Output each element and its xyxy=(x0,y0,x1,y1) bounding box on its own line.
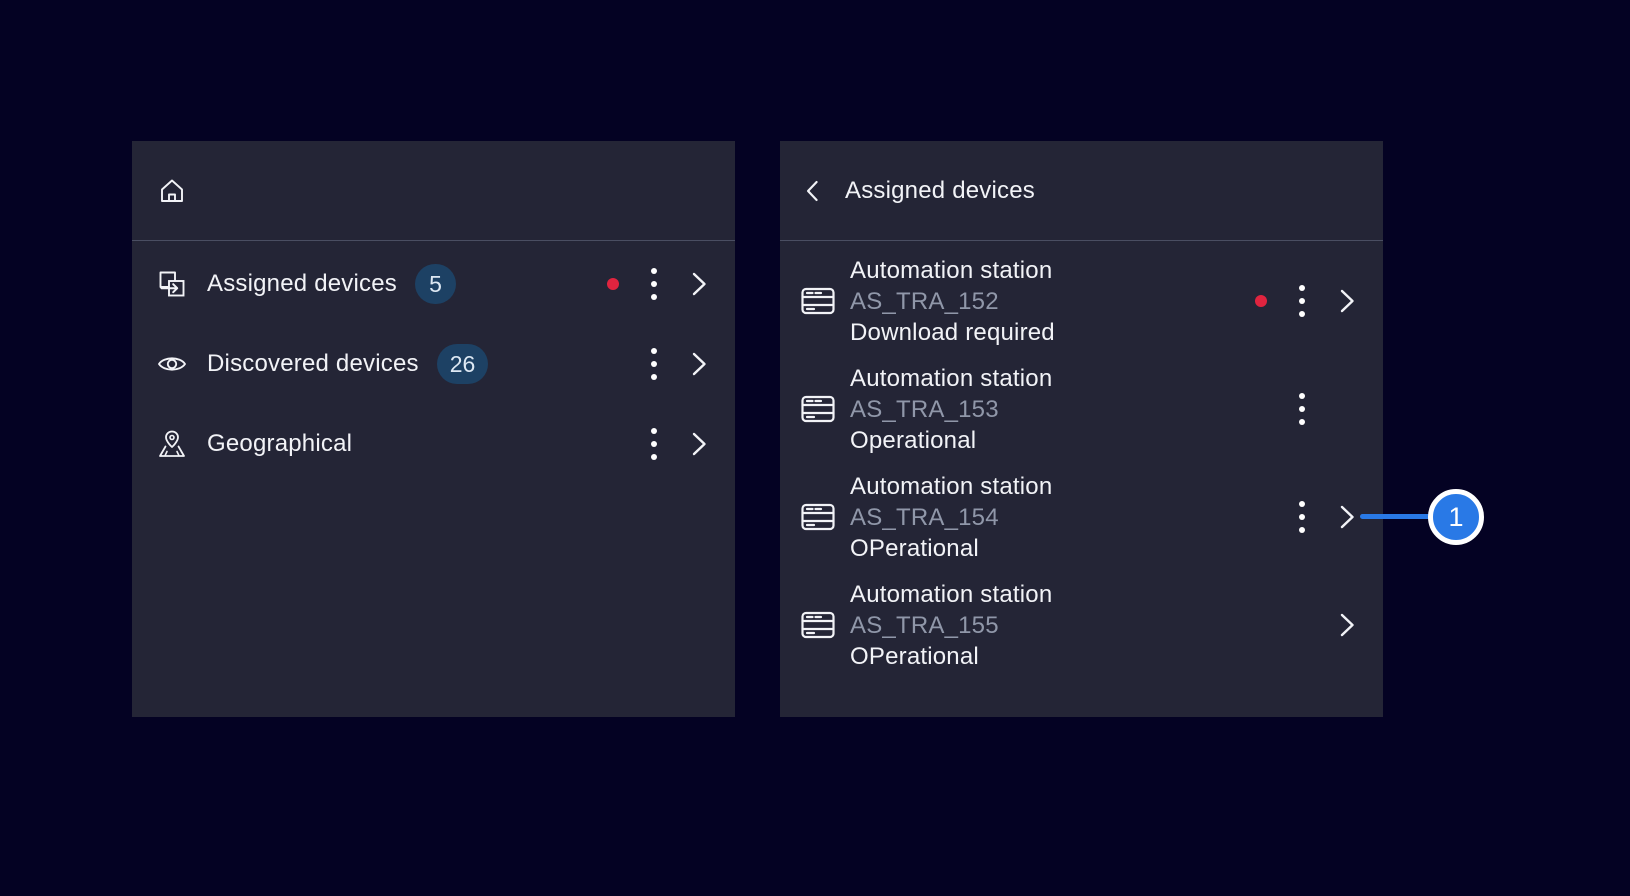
device-name: AS_TRA_152 xyxy=(850,286,1055,317)
automation-station-icon xyxy=(800,501,836,533)
device-type: Automation station xyxy=(850,255,1055,286)
chevron-right-icon[interactable] xyxy=(689,430,709,458)
geographical-icon xyxy=(156,428,188,460)
assigned-devices-icon xyxy=(156,268,188,300)
kebab-menu-button[interactable] xyxy=(1293,501,1311,533)
nav-item-discovered-devices[interactable]: Discovered devices 26 xyxy=(132,324,735,404)
alert-dot xyxy=(607,278,619,290)
chevron-right-icon[interactable] xyxy=(689,350,709,378)
nav-list: Assigned devices 5 Discovered devices 26 xyxy=(132,241,735,484)
device-status: OPerational xyxy=(850,641,1052,672)
device-nav-panel: Assigned devices 5 Discovered devices 26 xyxy=(132,141,735,717)
kebab-menu-button[interactable] xyxy=(645,428,663,460)
device-row-as-tra-155[interactable]: Automation station AS_TRA_155 OPerationa… xyxy=(780,571,1383,679)
count-badge: 26 xyxy=(437,344,489,384)
device-status: Download required xyxy=(850,317,1055,348)
nav-item-label: Assigned devices xyxy=(207,270,397,298)
chevron-right-icon[interactable] xyxy=(689,270,709,298)
chevron-right-icon[interactable] xyxy=(1337,287,1357,315)
device-type: Automation station xyxy=(850,579,1052,610)
nav-row-controls xyxy=(607,348,709,380)
callout-badge-1: 1 xyxy=(1428,489,1484,545)
device-name: AS_TRA_154 xyxy=(850,502,1052,533)
chevron-right-icon[interactable] xyxy=(1337,503,1357,531)
nav-item-label: Discovered devices xyxy=(207,350,419,378)
nav-row-controls xyxy=(607,428,709,460)
device-name: AS_TRA_155 xyxy=(850,610,1052,641)
nav-item-geographical[interactable]: Geographical xyxy=(132,404,735,484)
kebab-menu-button[interactable] xyxy=(1293,285,1311,317)
alert-dot xyxy=(1255,295,1267,307)
automation-station-icon xyxy=(800,393,836,425)
automation-station-icon xyxy=(800,285,836,317)
kebab-menu-button[interactable] xyxy=(645,348,663,380)
discovered-devices-icon xyxy=(156,348,188,380)
kebab-menu-button[interactable] xyxy=(1293,393,1311,425)
back-button[interactable] xyxy=(804,178,824,204)
device-row-as-tra-152[interactable]: Automation station AS_TRA_152 Download r… xyxy=(780,247,1383,355)
callout-label: 1 xyxy=(1448,502,1463,533)
device-type: Automation station xyxy=(850,363,1052,394)
device-type: Automation station xyxy=(850,471,1052,502)
device-list: Automation station AS_TRA_152 Download r… xyxy=(780,241,1383,679)
callout-connector-line xyxy=(1360,514,1432,519)
right-panel-header: Assigned devices xyxy=(780,141,1383,241)
nav-item-assigned-devices[interactable]: Assigned devices 5 xyxy=(132,244,735,324)
kebab-menu-button[interactable] xyxy=(645,268,663,300)
device-row-controls xyxy=(1255,285,1357,317)
device-status: OPerational xyxy=(850,533,1052,564)
home-icon[interactable] xyxy=(156,175,188,207)
device-row-controls xyxy=(1255,501,1357,533)
device-row-as-tra-154[interactable]: Automation station AS_TRA_154 OPerationa… xyxy=(780,463,1383,571)
device-row-controls xyxy=(1255,393,1357,425)
chevron-right-icon[interactable] xyxy=(1337,611,1357,639)
nav-item-label: Geographical xyxy=(207,430,352,458)
device-row-controls xyxy=(1255,609,1357,641)
nav-row-controls xyxy=(607,268,709,300)
device-row-as-tra-153[interactable]: Automation station AS_TRA_153 Operationa… xyxy=(780,355,1383,463)
left-panel-header xyxy=(132,141,735,241)
device-status: Operational xyxy=(850,425,1052,456)
automation-station-icon xyxy=(800,609,836,641)
count-badge: 5 xyxy=(415,264,456,304)
assigned-devices-panel: Assigned devices Automation station AS_T… xyxy=(780,141,1383,717)
device-name: AS_TRA_153 xyxy=(850,394,1052,425)
panel-title: Assigned devices xyxy=(845,177,1035,205)
